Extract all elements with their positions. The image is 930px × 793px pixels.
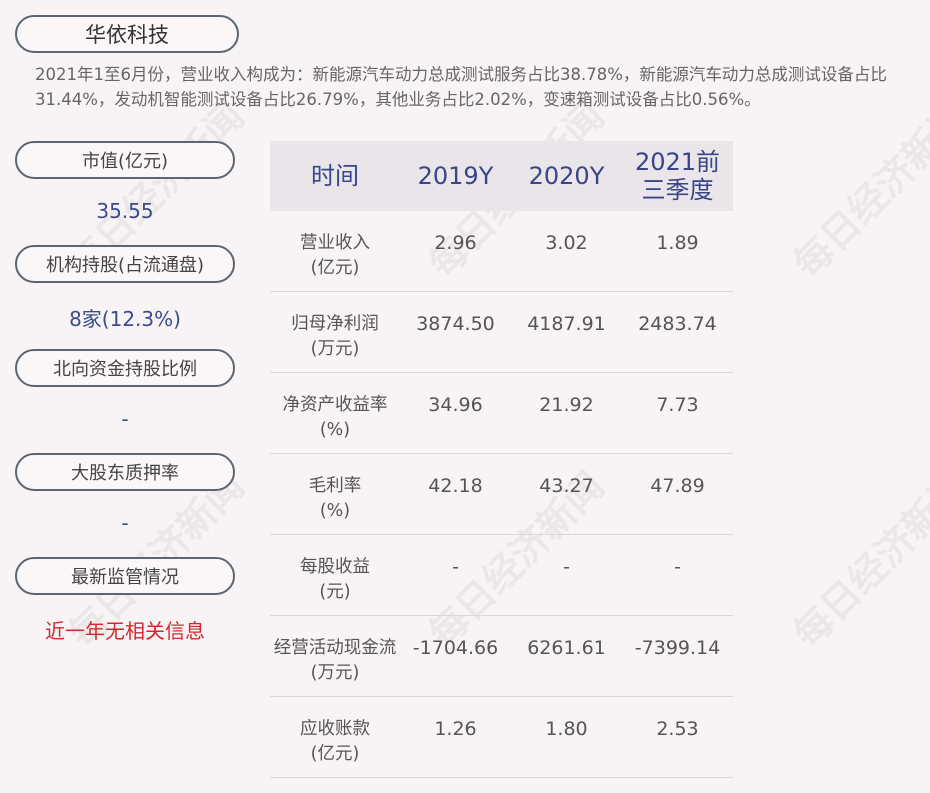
- row-value: 43.27: [539, 475, 594, 497]
- row-value: -: [452, 556, 459, 578]
- row-label: 毛利率 (%): [308, 476, 362, 521]
- watermark: 每日经济新闻: [785, 93, 930, 287]
- row-value: -1704.66: [412, 637, 499, 659]
- major-shareholder-pledge-label: 大股东质押率: [15, 453, 235, 491]
- row-label: 每股收益 (元): [300, 557, 370, 602]
- row-label: 归母净利润 (万元): [291, 314, 379, 359]
- institutional-holding-label: 机构持股(占流通盘): [15, 245, 235, 283]
- row-value: 42.18: [428, 475, 483, 497]
- row-value: -: [674, 556, 681, 578]
- row-value: 1.26: [434, 718, 477, 740]
- table-row: 毛利率 (%) 42.18 43.27 47.89: [270, 454, 733, 535]
- header-2019: 2019Y: [417, 162, 494, 190]
- row-value: 34.96: [428, 394, 483, 416]
- watermark: 每日经济新闻: [785, 463, 930, 657]
- regulatory-status-value: 近一年无相关信息: [45, 619, 205, 643]
- row-value: 1.89: [656, 232, 699, 254]
- row-value: 4187.91: [527, 313, 606, 335]
- table-row: 营业收入 (亿元) 2.96 3.02 1.89: [270, 211, 733, 292]
- market-cap-value: 35.55: [96, 199, 154, 223]
- company-name: 华依科技: [15, 15, 239, 53]
- row-label: 营业收入 (亿元): [300, 233, 370, 278]
- row-label: 应收账款 (亿元): [300, 719, 370, 764]
- header-2020: 2020Y: [528, 162, 605, 190]
- row-value: 3.02: [545, 232, 588, 254]
- market-cap-label: 市值(亿元): [15, 141, 235, 179]
- institutional-holding-value: 8家(12.3%): [69, 307, 181, 331]
- row-value: -7399.14: [634, 637, 721, 659]
- northbound-holding-value: -: [121, 407, 129, 431]
- revenue-summary: 2021年1至6月份，营业收入构成为：新能源汽车动力总成测试服务占比38.78%…: [35, 65, 887, 109]
- row-value: 2.96: [434, 232, 477, 254]
- table-row: 经营活动现金流 (万元) -1704.66 6261.61 -7399.14: [270, 616, 733, 697]
- major-shareholder-pledge-value: -: [121, 511, 129, 535]
- row-value: 1.80: [545, 718, 588, 740]
- table-row: 每股收益 (元) - - -: [270, 535, 733, 616]
- row-value: 6261.61: [527, 637, 606, 659]
- row-value: 47.89: [650, 475, 705, 497]
- row-value: 21.92: [539, 394, 594, 416]
- header-2021q3: 2021前三季度: [634, 148, 721, 204]
- row-value: 2483.74: [638, 313, 717, 335]
- table-row: 归母净利润 (万元) 3874.50 4187.91 2483.74: [270, 292, 733, 373]
- table-row: 应收账款 (亿元) 1.26 1.80 2.53: [270, 697, 733, 778]
- row-value: 3874.50: [416, 313, 495, 335]
- row-value: 2.53: [656, 718, 699, 740]
- row-label: 经营活动现金流 (万元): [273, 638, 397, 683]
- table-row: 净资产收益率 (%) 34.96 21.92 7.73: [270, 373, 733, 454]
- financial-table: 时间 2019Y 2020Y 2021前三季度 营业收入 (亿元) 2.96 3.0…: [270, 141, 733, 778]
- northbound-holding-label: 北向资金持股比例: [15, 349, 235, 387]
- table-header: 时间 2019Y 2020Y 2021前三季度: [270, 141, 733, 211]
- row-value: 7.73: [656, 394, 699, 416]
- row-label: 净资产收益率 (%): [282, 395, 388, 440]
- regulatory-status-label: 最新监管情况: [15, 557, 235, 595]
- header-period: 时间: [311, 162, 359, 190]
- row-value: -: [563, 556, 570, 578]
